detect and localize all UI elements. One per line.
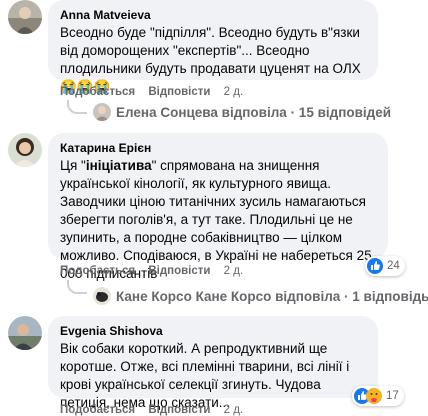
reply-summary: Кане Корсо Кане Корсо відповіла · 1 відп… bbox=[116, 288, 428, 304]
comment-bubble: Evgenia Shishova Вік собаки короткий. А … bbox=[48, 316, 378, 410]
comment-author[interactable]: Катарина Ерієн bbox=[60, 140, 376, 156]
reply-avatar-icon bbox=[93, 103, 111, 121]
reply-summary: Елена Сонцева відповіла · 15 відповідей bbox=[116, 104, 392, 120]
reply-avatar bbox=[93, 103, 111, 121]
comment-author[interactable]: Anna Matveieva bbox=[60, 7, 366, 23]
reaction-count[interactable]: 24 bbox=[365, 256, 405, 276]
avatar[interactable] bbox=[8, 0, 42, 34]
comment-bubble: Anna Matveieva Всеодно буде "підпілля". … bbox=[48, 0, 378, 94]
comment-timestamp[interactable]: 2 д. bbox=[224, 265, 244, 277]
view-replies-link[interactable]: Елена Сонцева відповіла · 15 відповідей bbox=[87, 103, 391, 121]
avatar-image-icon bbox=[8, 133, 42, 167]
like-button[interactable]: Подобається bbox=[60, 404, 135, 416]
comment-bubble: Катарина Ерієн Ця "ініціатива" спрямован… bbox=[48, 133, 388, 281]
reply-button[interactable]: Відповісти bbox=[148, 404, 210, 416]
reply-button[interactable]: Відповісти bbox=[148, 86, 210, 98]
avatar[interactable] bbox=[8, 133, 42, 167]
like-icon bbox=[367, 258, 383, 274]
thread-connector bbox=[67, 100, 87, 114]
avatar-image-icon bbox=[8, 0, 42, 34]
like-button[interactable]: Подобається bbox=[60, 86, 135, 98]
thread-connector bbox=[67, 280, 87, 294]
reply-avatar-icon bbox=[93, 287, 111, 305]
avatar[interactable] bbox=[8, 316, 42, 350]
care-icon bbox=[366, 388, 382, 404]
reaction-count[interactable]: 17 bbox=[352, 386, 404, 406]
highlighted-word: ініціатива bbox=[85, 158, 152, 173]
avatar-image-icon bbox=[8, 316, 42, 350]
comment-author[interactable]: Evgenia Shishova bbox=[60, 323, 366, 339]
comment-actions: Подобається Відповісти 2 д. bbox=[60, 265, 243, 277]
comment-timestamp[interactable]: 2 д. bbox=[224, 86, 244, 98]
reply-avatar bbox=[93, 287, 111, 305]
comment-actions: Подобається Відповісти 2 д. bbox=[60, 86, 243, 98]
view-replies-link[interactable]: Кане Корсо Кане Корсо відповіла · 1 відп… bbox=[87, 287, 428, 305]
like-button[interactable]: Подобається bbox=[60, 265, 135, 277]
comment-actions: Подобається Відповісти 2 д. bbox=[60, 404, 243, 416]
reply-button[interactable]: Відповісти bbox=[148, 265, 210, 277]
comment-timestamp[interactable]: 2 д. bbox=[224, 404, 244, 416]
comment-text: Вік собаки короткий. А репродуктивний ще… bbox=[60, 341, 350, 410]
